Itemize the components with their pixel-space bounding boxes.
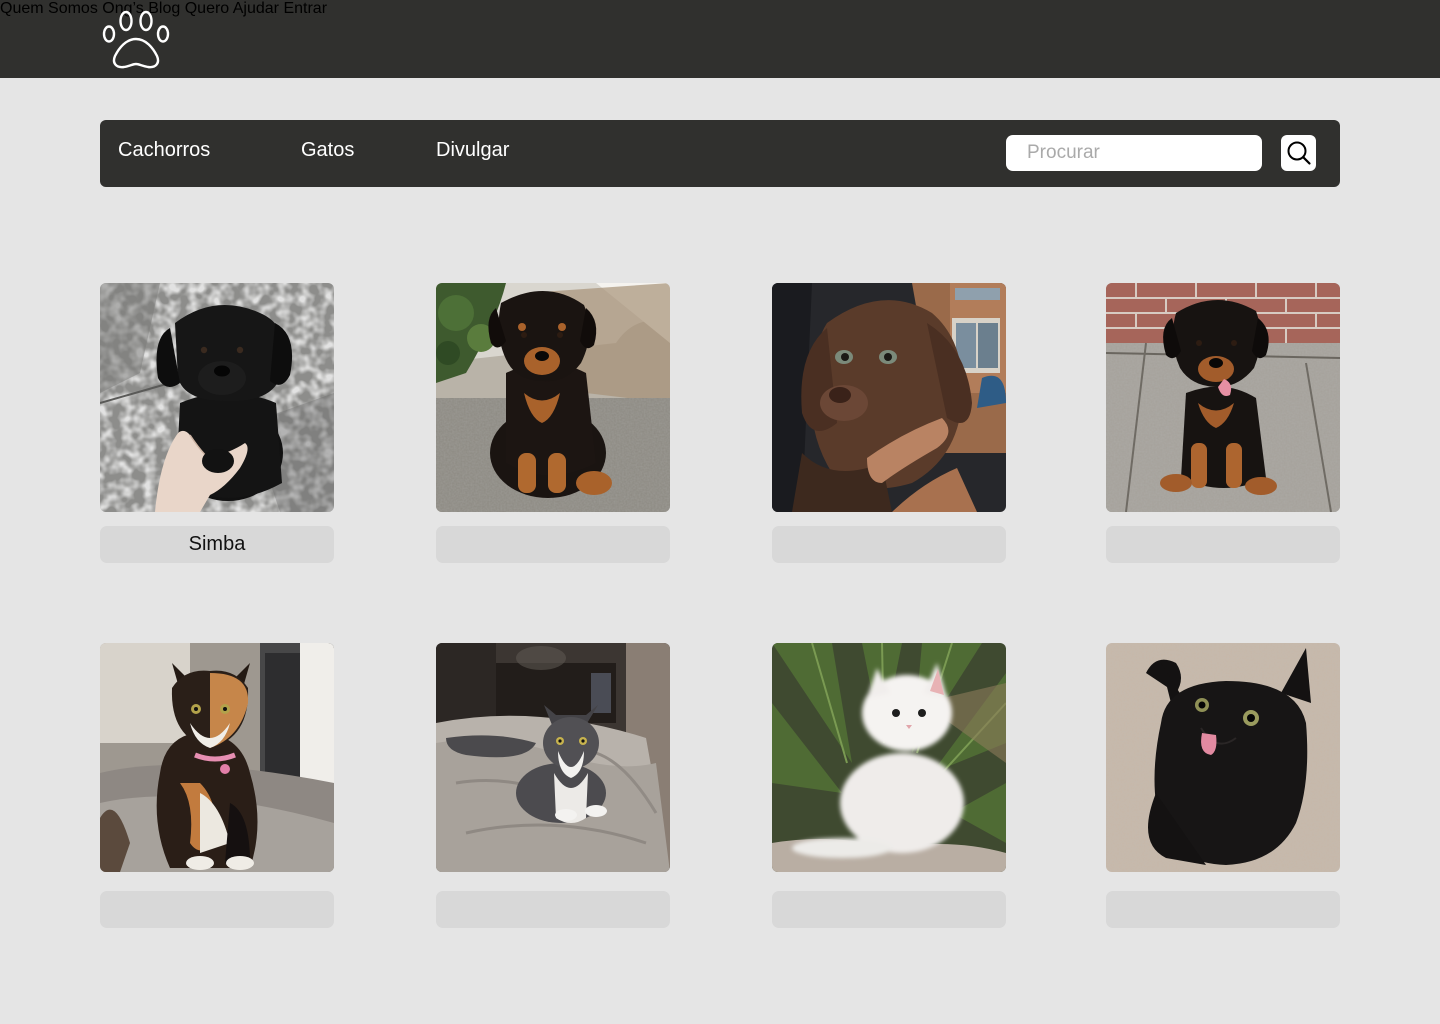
nav-entrar[interactable]: Entrar — [283, 0, 327, 17]
filter-gatos[interactable]: Gatos — [301, 139, 354, 162]
search-button[interactable] — [1281, 135, 1316, 171]
filter-bar: Cachorros Gatos Divulgar — [100, 120, 1340, 187]
pet-photo-calico-cat[interactable] — [100, 643, 334, 872]
pet-name-tag[interactable] — [772, 891, 1006, 928]
search-icon — [1286, 140, 1312, 166]
nav-quero-ajudar[interactable]: Quero Ajudar — [185, 0, 279, 17]
pet-card[interactable] — [436, 283, 670, 563]
pet-card[interactable] — [772, 643, 1006, 928]
pet-card[interactable] — [1106, 643, 1340, 928]
pet-photo-black-labrador-puppy[interactable] — [100, 283, 334, 512]
pet-photo-black-cat-tongue-out[interactable] — [1106, 643, 1340, 872]
pet-card[interactable] — [1106, 283, 1340, 563]
pet-card[interactable] — [436, 643, 670, 928]
pet-card[interactable]: Simba — [100, 283, 334, 563]
pet-photo-white-fluffy-kitten[interactable] — [772, 643, 1006, 872]
pet-name-tag[interactable] — [772, 526, 1006, 563]
pet-name-tag[interactable] — [1106, 891, 1340, 928]
pet-name-tag[interactable] — [100, 891, 334, 928]
pet-photo-rottweiler-puppy-on-stone[interactable] — [436, 283, 670, 512]
pet-name-tag[interactable] — [436, 526, 670, 563]
pet-photo-rottweiler-puppy-on-wood[interactable] — [1106, 283, 1340, 512]
pet-name-tag[interactable] — [436, 891, 670, 928]
pet-card[interactable] — [100, 643, 334, 928]
pet-photo-gray-white-cat-on-bed[interactable] — [436, 643, 670, 872]
paw-logo-icon[interactable] — [100, 8, 174, 70]
nav-quem-somos[interactable]: Quem Somos — [0, 0, 98, 17]
filter-cachorros[interactable]: Cachorros — [118, 139, 210, 162]
pet-name-tag[interactable]: Simba — [100, 526, 334, 563]
filter-divulgar[interactable]: Divulgar — [436, 139, 509, 162]
pet-photo-chocolate-labrador-puppy[interactable] — [772, 283, 1006, 512]
top-navbar: Quem Somos Ong’s Blog Quero Ajudar Entra… — [0, 0, 1440, 78]
pet-card[interactable] — [772, 283, 1006, 563]
pet-name-tag[interactable] — [1106, 526, 1340, 563]
search-input[interactable] — [1006, 135, 1262, 171]
